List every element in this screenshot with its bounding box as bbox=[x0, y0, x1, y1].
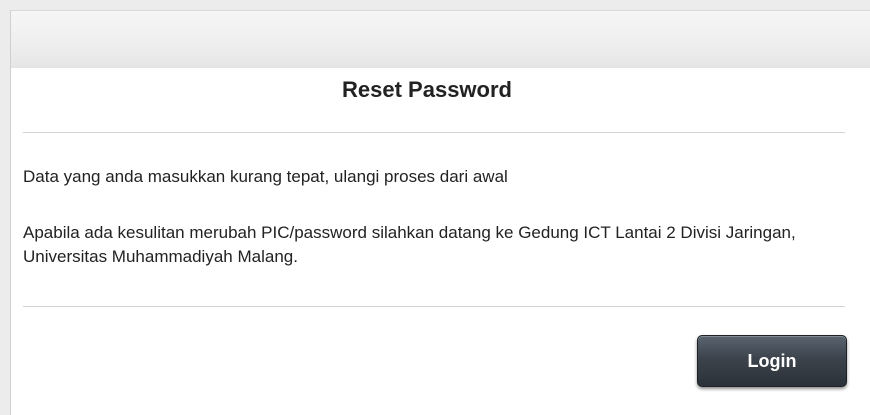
page-title: Reset Password bbox=[342, 77, 512, 102]
page: Reset Password Data yang anda masukkan k… bbox=[0, 0, 870, 415]
help-message: Apabila ada kesulitan merubah PIC/passwo… bbox=[23, 223, 796, 266]
panel-header bbox=[11, 11, 870, 68]
login-button[interactable]: Login bbox=[697, 335, 847, 387]
error-message: Data yang anda masukkan kurang tepat, ul… bbox=[23, 167, 508, 186]
divider-bottom bbox=[23, 306, 845, 307]
divider-top bbox=[23, 132, 845, 133]
